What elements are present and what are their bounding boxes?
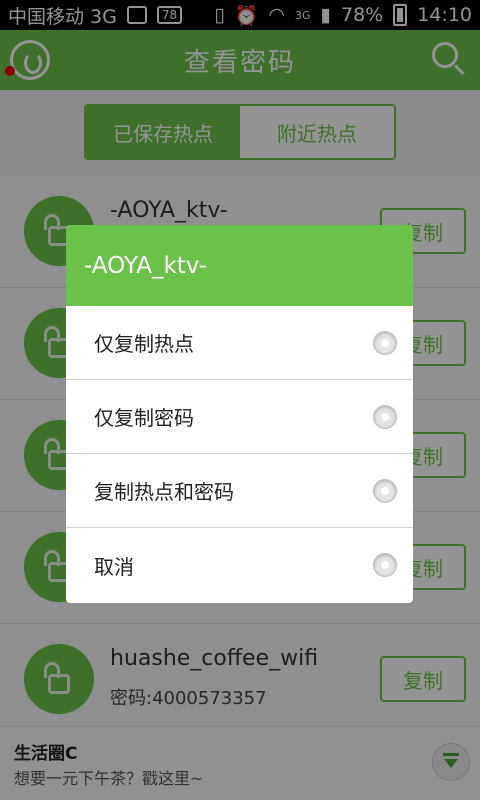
radio-icon[interactable] — [373, 553, 397, 577]
option-label: 取消 — [94, 554, 134, 579]
option-copy-hotspot[interactable]: 仅复制热点 — [66, 306, 413, 380]
option-copy-both[interactable]: 复制热点和密码 — [66, 454, 413, 528]
radio-icon[interactable] — [373, 331, 397, 355]
dialog-title: -AOYA_ktv- — [66, 225, 413, 306]
radio-icon[interactable] — [373, 479, 397, 503]
option-copy-password[interactable]: 仅复制密码 — [66, 380, 413, 454]
option-label: 复制热点和密码 — [94, 480, 234, 504]
option-label: 仅复制热点 — [94, 332, 194, 356]
radio-icon[interactable] — [373, 405, 397, 429]
copy-options-dialog: -AOYA_ktv- 仅复制热点 仅复制密码 复制热点和密码 取消 — [66, 225, 413, 603]
option-cancel[interactable]: 取消 — [66, 528, 413, 602]
option-label: 仅复制密码 — [94, 406, 194, 430]
